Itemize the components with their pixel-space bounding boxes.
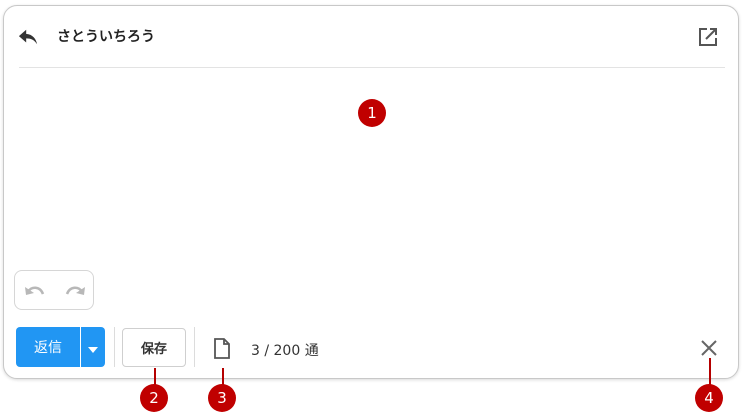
recipient-name: さとういちろう bbox=[57, 29, 155, 45]
caret-down-icon bbox=[88, 338, 98, 357]
callout-marker: 3 bbox=[208, 384, 236, 412]
callout-line bbox=[709, 358, 711, 386]
recipient-counter: 3 / 200 通 bbox=[251, 343, 319, 359]
undo-icon[interactable] bbox=[23, 281, 47, 301]
undo-redo-group bbox=[14, 270, 94, 310]
close-icon[interactable] bbox=[701, 340, 717, 356]
callout-marker: 1 bbox=[358, 99, 386, 127]
toolbar-separator bbox=[114, 327, 115, 367]
document-icon[interactable] bbox=[213, 338, 231, 359]
callout-marker: 4 bbox=[695, 384, 723, 412]
open-in-new-window-icon[interactable] bbox=[698, 27, 718, 47]
reply-arrow-icon bbox=[17, 27, 39, 47]
callout-marker: 2 bbox=[140, 384, 168, 412]
toolbar-separator bbox=[194, 327, 195, 367]
header-divider bbox=[19, 67, 725, 68]
save-button[interactable]: 保存 bbox=[122, 328, 186, 367]
redo-icon[interactable] bbox=[63, 281, 87, 301]
reply-options-dropdown[interactable] bbox=[81, 327, 105, 367]
reply-send-button[interactable]: 返信 bbox=[16, 327, 80, 367]
